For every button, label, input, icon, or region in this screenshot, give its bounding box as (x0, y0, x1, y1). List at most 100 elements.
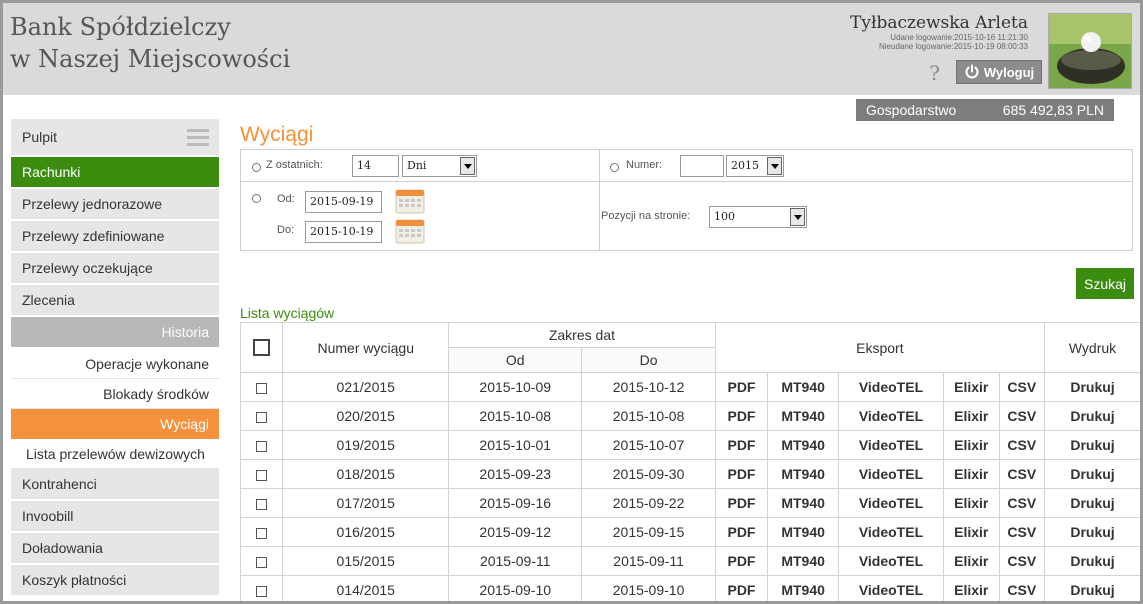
per-page-select[interactable]: 100 (709, 206, 807, 228)
print-link[interactable]: Drukuj (1044, 488, 1140, 518)
export-pdf-link[interactable]: PDF (714, 546, 769, 576)
export-elixir-link[interactable]: Elixir (943, 430, 1000, 460)
logout-button[interactable]: Wyloguj (956, 60, 1042, 84)
sidebar-subitem-lista-przelewow-dewizowych[interactable]: Lista przelewów dewizowych (11, 439, 219, 469)
row-checkbox[interactable] (256, 556, 268, 568)
export-mt940-link[interactable]: MT940 (767, 401, 839, 431)
export-mt940-link[interactable]: MT940 (767, 546, 839, 576)
export-pdf-link[interactable]: PDF (714, 401, 769, 431)
sidebar-item-doladowania[interactable]: Doładowania (11, 533, 219, 565)
sidebar-item-przelewy-oczekujace[interactable]: Przelewy oczekujące (11, 253, 219, 285)
logout-label: Wyloguj (983, 64, 1035, 80)
export-mt940-link[interactable]: MT940 (767, 459, 839, 489)
radio-last-days[interactable] (252, 163, 261, 172)
export-elixir-link[interactable]: Elixir (943, 372, 1000, 402)
search-button[interactable]: Szukaj (1076, 268, 1134, 299)
export-pdf-link[interactable]: PDF (714, 517, 769, 547)
export-csv-link[interactable]: CSV (998, 430, 1046, 460)
radio-number[interactable] (610, 163, 619, 172)
print-link[interactable]: Drukuj (1044, 546, 1140, 576)
date-to-input[interactable]: 2015-10-19 (305, 221, 382, 243)
print-link[interactable]: Drukuj (1044, 459, 1140, 489)
calendar-icon[interactable] (395, 218, 425, 244)
row-checkbox[interactable] (256, 469, 268, 481)
sidebar-subitem-operacje-wykonane[interactable]: Operacje wykonane (11, 349, 219, 379)
date-from-input[interactable]: 2015-09-19 (305, 191, 382, 213)
sidebar-item-rachunki[interactable]: Rachunki (11, 157, 219, 189)
export-videotel-link[interactable]: VideoTEL (837, 575, 945, 601)
last-days-label: Z ostatnich: (266, 159, 323, 171)
export-csv-link[interactable]: CSV (998, 517, 1046, 547)
last-days-input[interactable]: 14 (352, 155, 399, 177)
print-link[interactable]: Drukuj (1044, 401, 1140, 431)
export-videotel-link[interactable]: VideoTEL (837, 546, 945, 576)
export-videotel-link[interactable]: VideoTEL (837, 430, 945, 460)
export-pdf-link[interactable]: PDF (714, 459, 769, 489)
last-days-unit-select[interactable]: Dni (402, 155, 477, 177)
sidebar-item-przelewy-jednorazowe[interactable]: Przelewy jednorazowe (11, 189, 219, 221)
select-all-checkbox[interactable] (253, 339, 271, 357)
account-summary[interactable]: Gospodarstwo 685 492,83 PLN (856, 99, 1114, 121)
export-elixir-link[interactable]: Elixir (943, 459, 1000, 489)
menu-icon[interactable] (187, 129, 209, 147)
row-checkbox[interactable] (256, 440, 268, 452)
export-csv-link[interactable]: CSV (998, 401, 1046, 431)
number-year-select[interactable]: 2015 (726, 155, 784, 177)
sidebar-item-historia[interactable]: Historia (11, 317, 219, 349)
print-link[interactable]: Drukuj (1044, 575, 1140, 601)
export-mt940-link[interactable]: MT940 (767, 488, 839, 518)
export-mt940-link[interactable]: MT940 (767, 517, 839, 547)
export-csv-link[interactable]: CSV (998, 546, 1046, 576)
col-header-from[interactable]: Od (448, 347, 583, 373)
sidebar-item-label: Przelewy oczekujące (22, 260, 153, 276)
col-header-number[interactable]: Numer wyciągu (282, 322, 450, 373)
sidebar-item-koszyk-platnosci[interactable]: Koszyk płatności (11, 565, 219, 597)
col-header-to[interactable]: Do (581, 347, 716, 373)
export-videotel-link[interactable]: VideoTEL (837, 459, 945, 489)
number-input[interactable] (680, 155, 724, 177)
sidebar-item-invoobill[interactable]: Invoobill (11, 501, 219, 533)
export-videotel-link[interactable]: VideoTEL (837, 488, 945, 518)
export-mt940-link[interactable]: MT940 (767, 430, 839, 460)
print-link[interactable]: Drukuj (1044, 372, 1140, 402)
export-csv-link[interactable]: CSV (998, 459, 1046, 489)
statement-date-to: 2015-09-10 (581, 575, 716, 601)
bank-name: Bank Spółdzielczy w Naszej Miejscowości (10, 11, 290, 75)
sidebar-item-przelewy-zdefiniowane[interactable]: Przelewy zdefiniowane (11, 221, 219, 253)
export-mt940-link[interactable]: MT940 (767, 372, 839, 402)
print-link[interactable]: Drukuj (1044, 517, 1140, 547)
print-link[interactable]: Drukuj (1044, 430, 1140, 460)
sidebar-subitem-wyciagi[interactable]: Wyciągi (11, 409, 219, 439)
statement-date-to: 2015-10-08 (581, 401, 716, 431)
row-checkbox[interactable] (256, 411, 268, 423)
row-checkbox[interactable] (256, 382, 268, 394)
row-checkbox[interactable] (256, 527, 268, 539)
export-mt940-link[interactable]: MT940 (767, 575, 839, 601)
export-csv-link[interactable]: CSV (998, 575, 1046, 601)
row-checkbox[interactable] (256, 585, 268, 597)
export-elixir-link[interactable]: Elixir (943, 517, 1000, 547)
export-elixir-link[interactable]: Elixir (943, 546, 1000, 576)
radio-date-range[interactable] (252, 194, 261, 203)
export-elixir-link[interactable]: Elixir (943, 401, 1000, 431)
export-pdf-link[interactable]: PDF (714, 372, 769, 402)
export-videotel-link[interactable]: VideoTEL (837, 517, 945, 547)
sidebar-item-kontrahenci[interactable]: Kontrahenci (11, 469, 219, 501)
export-videotel-link[interactable]: VideoTEL (837, 372, 945, 402)
export-pdf-link[interactable]: PDF (714, 488, 769, 518)
export-pdf-link[interactable]: PDF (714, 575, 769, 601)
sidebar-subitem-blokady-srodkow[interactable]: Blokady środków (11, 379, 219, 409)
export-csv-link[interactable]: CSV (998, 488, 1046, 518)
sidebar-item-pulpit[interactable]: Pulpit (11, 119, 219, 157)
export-csv-link[interactable]: CSV (998, 372, 1046, 402)
export-elixir-link[interactable]: Elixir (943, 488, 1000, 518)
col-header-print: Wydruk (1044, 322, 1140, 373)
export-videotel-link[interactable]: VideoTEL (837, 401, 945, 431)
export-pdf-link[interactable]: PDF (714, 430, 769, 460)
sidebar-item-zlecenia[interactable]: Zlecenia (11, 285, 219, 317)
row-checkbox[interactable] (256, 498, 268, 510)
calendar-icon[interactable] (395, 188, 425, 214)
help-icon[interactable]: ? (929, 61, 940, 85)
statement-number: 020/2015 (282, 401, 450, 431)
export-elixir-link[interactable]: Elixir (943, 575, 1000, 601)
